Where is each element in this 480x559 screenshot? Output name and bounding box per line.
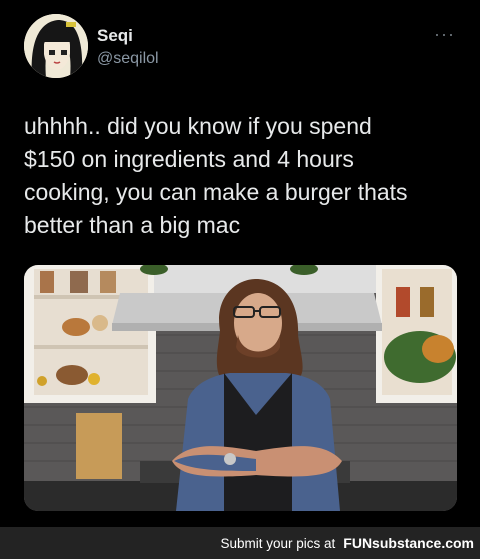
tweet-media-image[interactable] [24,265,457,511]
tweet-text: uhhhh.. did you know if you spend $150 o… [24,113,408,238]
more-options-icon[interactable]: ··· [434,24,455,45]
user-handle[interactable]: @seqilol [97,50,159,68]
brand-logo[interactable]: FUNsubstance.com [343,535,474,551]
display-name[interactable]: Seqi [97,26,133,46]
footer-bar: Submit your pics at FUNsubstance.com [0,527,480,559]
brand-name: FUNsubstance [343,535,442,551]
footer-cta: Submit your pics at [220,535,336,551]
brand-domain: .com [441,535,474,551]
avatar-anime-girl-icon [24,14,88,78]
avatar[interactable] [24,14,88,78]
chef-in-kitchen-photo-icon [24,265,457,511]
tweet-card: Seqi @seqilol ··· uhhhh.. did you know i… [0,0,480,527]
